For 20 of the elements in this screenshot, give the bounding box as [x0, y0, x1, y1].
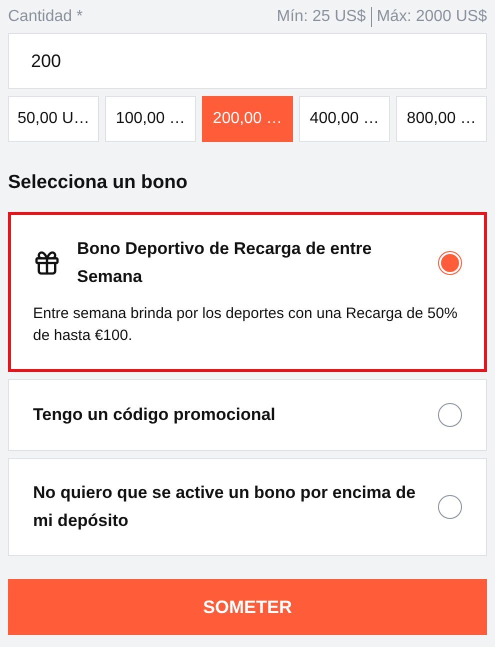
bonus-option-card[interactable]: Bono Deportivo de Recarga de entre Semana Entre semana brinda por los deportes con una Recarga de 50% de hasta €100. [8, 212, 487, 372]
amount-preset-button[interactable]: 50,00 U… [8, 96, 99, 142]
radio-button[interactable] [438, 251, 462, 275]
amount-preset-button[interactable]: 400,00 … [299, 96, 390, 142]
minimum-amount: Mín: 25 US$ [276, 8, 366, 26]
amount-preset-button[interactable]: 100,00 … [105, 96, 196, 142]
bonus-description: Entre semana brinda por los deportes con una Recarga de 50% de hasta €100. [33, 304, 458, 346]
bonus-option-card[interactable]: Tengo un código promocional [8, 379, 487, 451]
amount-preset-button[interactable]: 800,00 … [396, 96, 487, 142]
bonus-option-card[interactable]: No quiero que se active un bono por encima de mi depósito [8, 458, 487, 556]
radio-button[interactable] [438, 403, 462, 427]
amount-label: Cantidad * [8, 8, 83, 26]
gift-icon [33, 249, 61, 277]
bonus-title: Bono Deportivo de Recarga de entre Semana [77, 238, 373, 288]
radio-button[interactable] [438, 495, 462, 519]
maximum-amount: Máx: 2000 US$ [376, 8, 487, 26]
amount-field[interactable]: 200 [8, 33, 487, 89]
bonus-title: No quiero que se active un bono por encima de mi depósito [33, 482, 417, 532]
bonus-title: Tengo un código promocional [33, 404, 276, 426]
bonus-heading: Selecciona un bono [8, 172, 188, 195]
